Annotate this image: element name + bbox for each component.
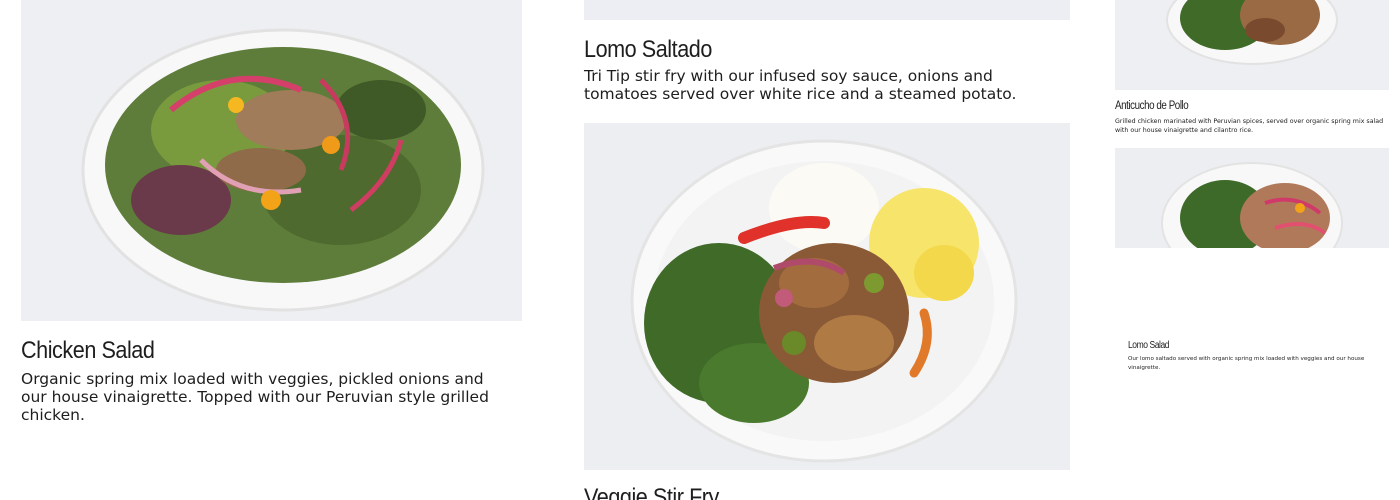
lomo-salad-description: Our lomo saltado served with organic spr… [1128,356,1365,371]
lomo-salad-title: Lomo Salad [1128,340,1170,351]
chicken-salad-description: Organic spring mix loaded with veggies, … [21,370,489,424]
chicken-salad-title: Chicken Salad [21,337,155,364]
anticucho-photo[interactable] [1115,0,1389,90]
veggie-stir-fry-title: Veggie Stir Fry [584,484,719,500]
chicken-salad-photo[interactable] [21,0,522,321]
lomo-saltado-description: Tri Tip stir fry with our infused soy sa… [584,67,1017,103]
veggie-stir-fry-photo[interactable] [584,123,1070,470]
lomo-saltado-title: Lomo Saltado [584,36,712,63]
anticucho-title: Anticucho de Pollo [1115,100,1189,112]
previous-dish-photo[interactable] [584,0,1070,20]
lomo-salad-photo[interactable] [1115,148,1389,248]
anticucho-description: Grilled chicken marinated with Peruvian … [1115,118,1384,134]
